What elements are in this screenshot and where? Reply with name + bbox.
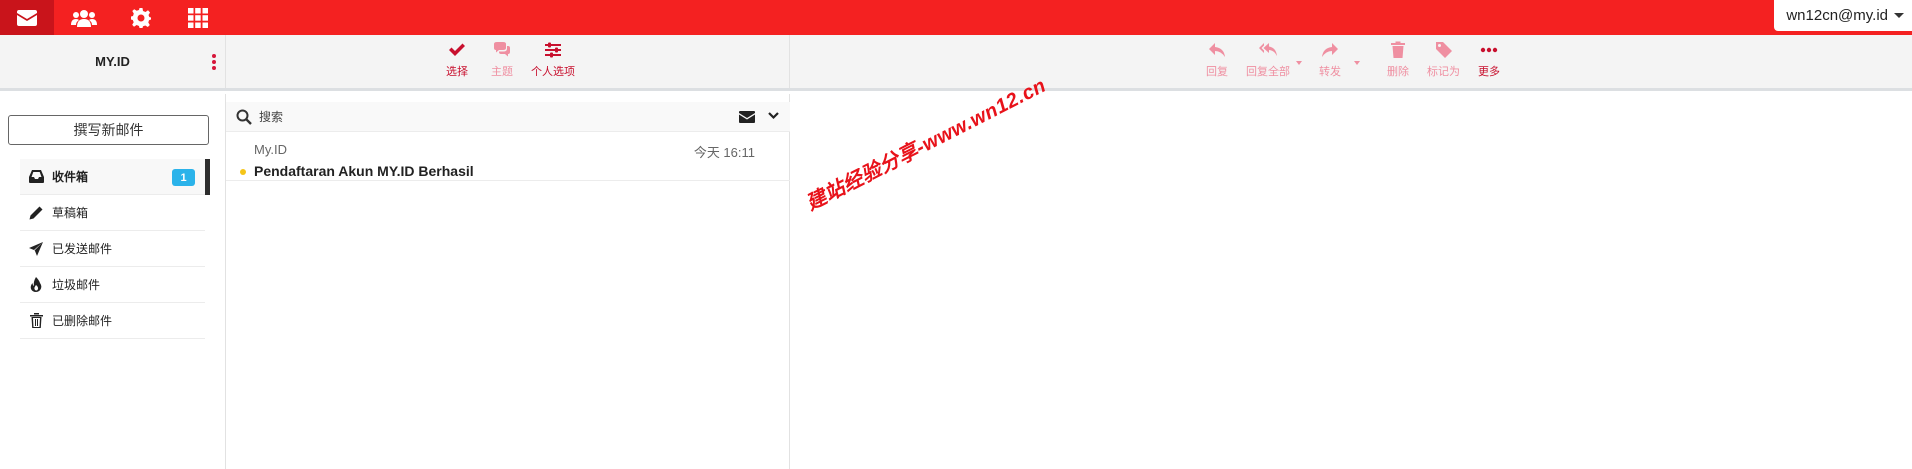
mark-as-button[interactable]: 标记为 xyxy=(1427,41,1460,79)
message-row[interactable]: My.ID 今天 16:11 Pendaftaran Akun MY.ID Be… xyxy=(226,133,790,181)
user-email: wn12cn@my.id xyxy=(1786,7,1888,24)
caret-down-icon xyxy=(1894,13,1904,18)
forward-label: 转发 xyxy=(1319,66,1341,78)
contacts-nav-button[interactable] xyxy=(57,0,111,35)
mark-as-label: 标记为 xyxy=(1427,66,1460,78)
search-scope-envelope-icon[interactable] xyxy=(739,111,755,123)
delete-button[interactable]: 删除 xyxy=(1387,41,1409,79)
folder-label: 已发送邮件 xyxy=(52,242,113,256)
trash-icon xyxy=(28,313,44,329)
paper-plane-icon xyxy=(28,241,44,257)
pencil-icon xyxy=(28,205,44,221)
message-list-pane: My.ID 今天 16:11 Pendaftaran Akun MY.ID Be… xyxy=(226,94,790,469)
forward-button[interactable]: 转发 xyxy=(1319,41,1341,79)
unread-dot-icon xyxy=(240,169,246,175)
message-sender: My.ID xyxy=(254,142,287,157)
trash-icon xyxy=(1391,41,1405,58)
forward-dropdown-icon[interactable] xyxy=(1354,61,1360,65)
sliders-icon xyxy=(545,42,561,58)
tag-icon xyxy=(1435,42,1452,58)
toolbar-row: MY.ID 选择 主题 个人选项 回复 回复全部 转发 删除 标记为 更多 xyxy=(0,35,1912,91)
comments-icon xyxy=(494,42,510,57)
folder-drafts[interactable]: 草稿箱 xyxy=(20,195,205,231)
reply-icon xyxy=(1209,43,1225,57)
contacts-icon xyxy=(71,9,97,27)
search-bar xyxy=(226,102,790,132)
unread-count-badge: 1 xyxy=(172,169,195,186)
top-navigation-bar: wn12cn@my.id xyxy=(0,0,1912,35)
reply-button[interactable]: 回复 xyxy=(1206,41,1228,79)
chevron-down-icon[interactable] xyxy=(768,112,779,120)
message-subject: Pendaftaran Akun MY.ID Berhasil xyxy=(254,163,474,179)
threads-button[interactable]: 主题 xyxy=(491,41,513,79)
settings-icon xyxy=(131,7,151,28)
account-title: MY.ID xyxy=(0,35,226,88)
inbox-icon xyxy=(28,169,44,185)
checkmark-icon xyxy=(449,43,465,56)
folder-sidebar: 撰写新邮件 收件箱 1 草稿箱 已发送邮件 垃圾邮件 已删除邮件 xyxy=(0,94,226,469)
folder-inbox[interactable]: 收件箱 1 xyxy=(20,159,210,195)
settings-nav-button[interactable] xyxy=(114,0,168,35)
reply-all-icon xyxy=(1259,43,1277,56)
apps-nav-button[interactable] xyxy=(171,0,225,35)
fire-icon xyxy=(28,277,44,293)
delete-label: 删除 xyxy=(1387,66,1409,78)
apps-grid-icon xyxy=(188,7,208,28)
more-label: 更多 xyxy=(1478,66,1500,78)
folder-sent[interactable]: 已发送邮件 xyxy=(20,231,205,267)
mail-icon xyxy=(17,9,37,26)
forward-icon xyxy=(1322,43,1338,57)
folder-options-kebab-icon[interactable] xyxy=(211,54,217,70)
more-button[interactable]: 更多 xyxy=(1478,41,1500,79)
compose-button[interactable]: 撰写新邮件 xyxy=(8,115,209,145)
select-button[interactable]: 选择 xyxy=(446,41,468,79)
threads-label: 主题 xyxy=(491,66,513,78)
mail-nav-button[interactable] xyxy=(0,0,54,35)
select-label: 选择 xyxy=(446,66,468,78)
folder-junk[interactable]: 垃圾邮件 xyxy=(20,267,205,303)
folder-label: 已删除邮件 xyxy=(52,314,113,328)
message-date: 今天 16:11 xyxy=(693,145,755,160)
reply-all-label: 回复全部 xyxy=(1246,66,1290,78)
list-options-label: 个人选项 xyxy=(531,66,575,78)
folder-trash[interactable]: 已删除邮件 xyxy=(20,303,205,339)
search-input[interactable] xyxy=(259,108,639,126)
folder-label: 收件箱 xyxy=(52,170,89,184)
folder-label: 垃圾邮件 xyxy=(52,278,101,292)
reply-all-dropdown-icon[interactable] xyxy=(1296,61,1302,65)
folder-label: 草稿箱 xyxy=(52,206,89,220)
more-dots-icon xyxy=(1480,47,1498,53)
search-icon[interactable] xyxy=(236,109,252,125)
user-menu[interactable]: wn12cn@my.id xyxy=(1774,0,1912,31)
list-toolbar: 选择 主题 个人选项 xyxy=(226,35,790,88)
message-preview-pane xyxy=(790,94,1912,469)
reply-label: 回复 xyxy=(1206,66,1228,78)
reply-all-button[interactable]: 回复全部 xyxy=(1246,41,1290,79)
active-folder-indicator xyxy=(205,159,210,195)
list-options-button[interactable]: 个人选项 xyxy=(531,41,575,79)
